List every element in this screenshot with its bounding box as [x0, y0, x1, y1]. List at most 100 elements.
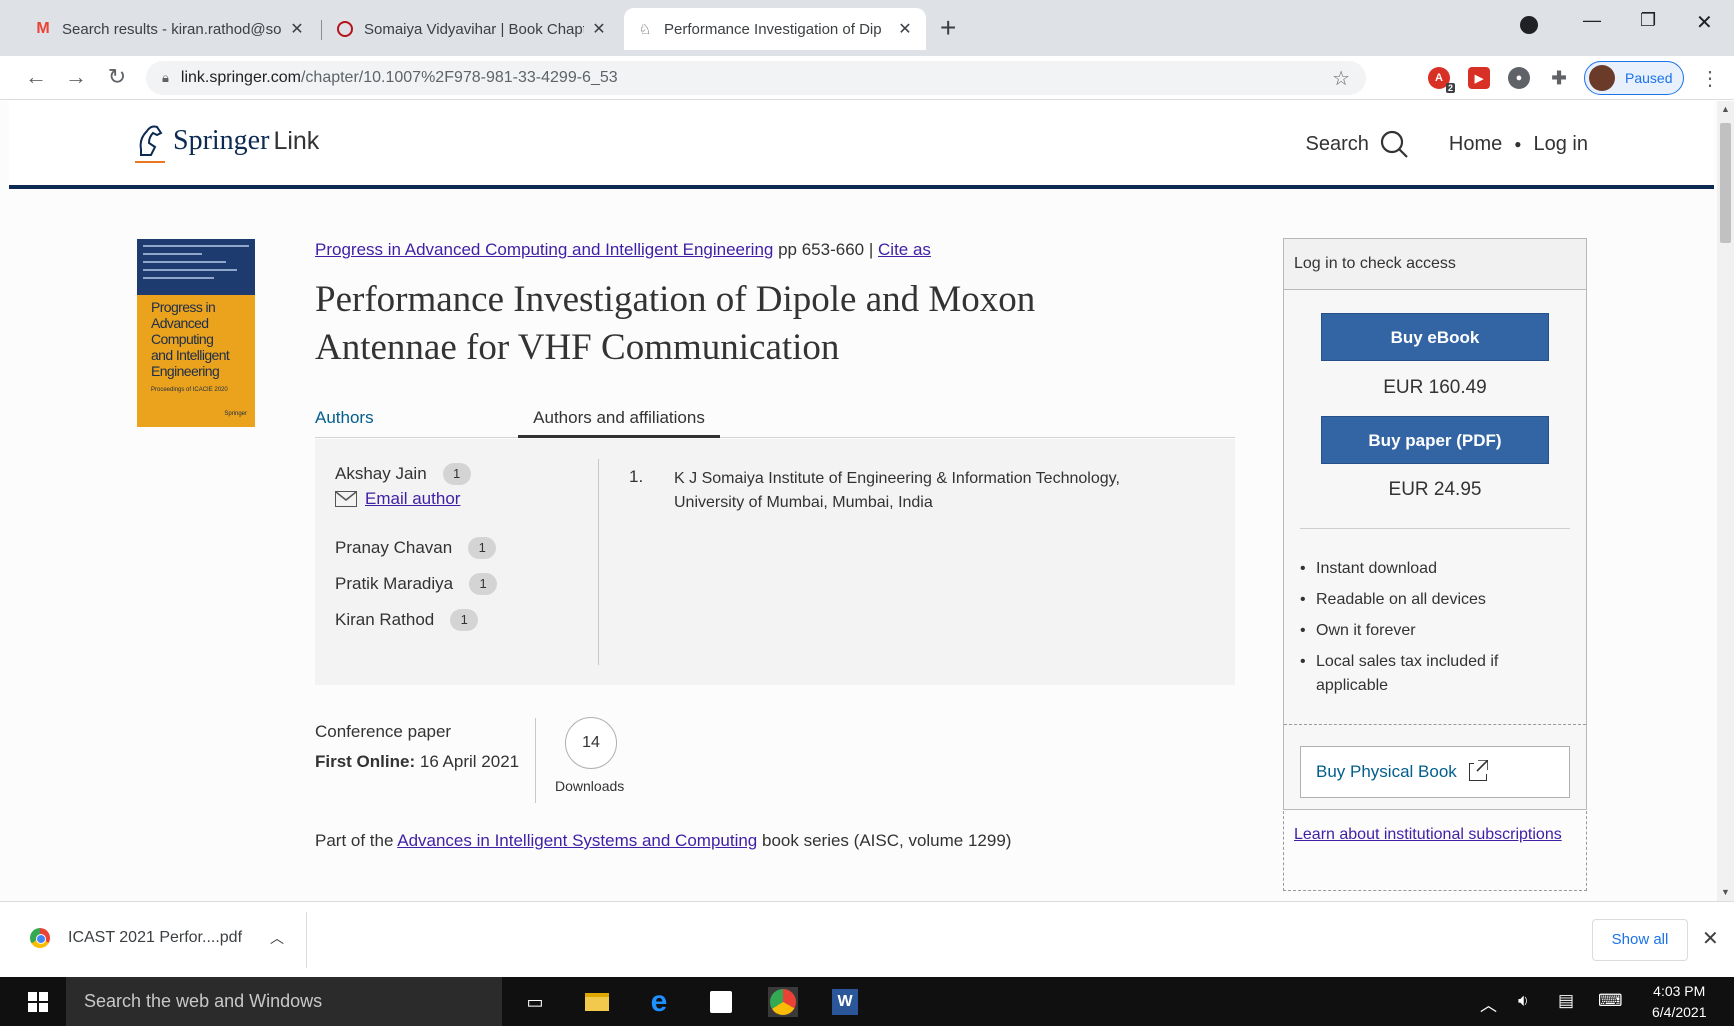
- affiliation-badge[interactable]: 1: [442, 463, 471, 485]
- buy-divider: [1300, 528, 1570, 529]
- close-download-bar-icon[interactable]: ✕: [1702, 926, 1719, 951]
- paper-price: EUR 24.95: [1388, 479, 1482, 500]
- affiliation-badge[interactable]: 1: [468, 537, 497, 559]
- browser-menu-icon[interactable]: ⋮: [1700, 66, 1720, 91]
- search-icon[interactable]: [1379, 129, 1409, 159]
- task-view-icon[interactable]: ▭: [520, 987, 550, 1017]
- browser-tab-springer[interactable]: ♘ Performance Investigation of Dip ✕: [624, 8, 926, 50]
- scroll-up-icon[interactable]: ▲: [1721, 104, 1730, 114]
- tab-authors[interactable]: Authors: [315, 408, 374, 428]
- tab-title: Performance Investigation of Dip: [664, 20, 882, 38]
- download-item[interactable]: ICAST 2021 Perfor....pdf ︿: [30, 928, 284, 948]
- book-link[interactable]: Progress in Advanced Computing and Intel…: [315, 240, 773, 259]
- feature-list: Instant download Readable on all devices…: [1298, 557, 1568, 705]
- taskbar-search[interactable]: Search the web and Windows: [66, 977, 502, 1026]
- tab-separator: [321, 20, 322, 40]
- browser-tab-gmail[interactable]: M Search results - kiran.rathod@so ✕: [22, 8, 318, 50]
- windows-taskbar: Search the web and Windows ▭ e W ︿ 🔉︎ ▤ …: [0, 977, 1734, 1026]
- search-link[interactable]: Search: [1306, 133, 1369, 156]
- author-item: Pranay Chavan 1: [335, 537, 497, 559]
- close-tab-icon[interactable]: ✕: [590, 19, 608, 39]
- puzzle-extensions-icon[interactable]: ✚: [1548, 67, 1570, 89]
- page-scrollbar[interactable]: ▲ ▼: [1717, 101, 1734, 901]
- email-author[interactable]: Email author: [335, 489, 460, 509]
- download-bar: ICAST 2021 Perfor....pdf ︿ Show all ✕: [0, 901, 1734, 977]
- record-extension-icon[interactable]: ●: [1508, 67, 1530, 89]
- feature-item: Instant download: [1298, 557, 1568, 581]
- ebook-price: EUR 160.49: [1383, 377, 1487, 398]
- back-icon[interactable]: ←: [22, 64, 50, 90]
- buy-paper-button[interactable]: Buy paper (PDF): [1321, 416, 1549, 464]
- keyboard-icon[interactable]: ⌨: [1598, 991, 1623, 1011]
- physical-book-label: Buy Physical Book: [1316, 762, 1457, 781]
- learn-subscriptions-link[interactable]: Learn about institutional subscriptions: [1294, 826, 1562, 843]
- header-nav: Search Home ● Log in: [1306, 129, 1588, 159]
- chapter-breadcrumb: Progress in Advanced Computing and Intel…: [315, 240, 931, 260]
- downloads-count: 14: [565, 717, 617, 769]
- lock-icon: 🔒︎: [162, 70, 169, 85]
- restore-icon[interactable]: ❐: [1640, 10, 1656, 31]
- volume-icon[interactable]: 🔉︎: [1518, 991, 1529, 1011]
- store-icon[interactable]: [706, 987, 736, 1017]
- edge-icon[interactable]: e: [644, 985, 674, 1018]
- affiliation-badge[interactable]: 1: [450, 609, 479, 631]
- new-tab-icon[interactable]: +: [940, 14, 956, 42]
- cover-publisher: Springer: [224, 411, 247, 417]
- show-all-button[interactable]: Show all: [1592, 919, 1688, 961]
- springer-link-logo[interactable]: Springer Link: [135, 121, 319, 161]
- brand-suffix: Link: [273, 126, 320, 155]
- browser-tab-somaiya[interactable]: Somaiya Vidyavihar | Book Chapt ✕: [324, 8, 620, 50]
- scroll-down-icon[interactable]: ▼: [1721, 887, 1730, 897]
- series-link[interactable]: Advances in Intelligent Systems and Comp…: [397, 831, 757, 850]
- download-filename: ICAST 2021 Perfor....pdf: [68, 929, 243, 946]
- notifications-icon[interactable]: ▤: [1558, 991, 1574, 1011]
- windows-start-icon[interactable]: [28, 992, 48, 1012]
- browser-toolbar: ← → ↻ 🔒︎ link.springer.com/chapter/10.10…: [0, 56, 1734, 100]
- browser-tabstrip: M Search results - kiran.rathod@so ✕ Som…: [0, 0, 1734, 56]
- tab-authors-and-affiliations[interactable]: Authors and affiliations: [518, 408, 720, 438]
- institution-name: K J Somaiya Institute of Engineering & I…: [674, 470, 1120, 511]
- video-extension-icon[interactable]: ▶: [1468, 67, 1490, 89]
- avatar: [1589, 65, 1615, 91]
- login-link[interactable]: Log in: [1534, 133, 1589, 156]
- affiliation-badge[interactable]: 1: [469, 573, 498, 595]
- chapter-meta: Conference paper First Online: 16 April …: [315, 717, 519, 777]
- book-cover[interactable]: Progress in Advanced Computing and Intel…: [137, 239, 255, 427]
- clock-time: 4:03 PM: [1653, 983, 1706, 999]
- chapter-title: Performance Investigation of Dipole and …: [315, 279, 1036, 368]
- word-icon[interactable]: W: [830, 987, 860, 1017]
- affiliation-divider: [598, 459, 599, 665]
- system-clock[interactable]: 4:03 PM 6/4/2021: [1652, 981, 1707, 1023]
- email-author-link[interactable]: Email author: [365, 489, 460, 509]
- home-link[interactable]: Home: [1449, 133, 1502, 156]
- close-tab-icon[interactable]: ✕: [288, 19, 306, 39]
- minimize-icon[interactable]: —: [1583, 10, 1601, 31]
- profile-paused-button[interactable]: Paused: [1584, 61, 1684, 95]
- buy-ebook-button[interactable]: Buy eBook: [1321, 313, 1549, 361]
- reload-icon[interactable]: ↻: [103, 64, 131, 90]
- bookmark-star-icon[interactable]: ☆: [1332, 66, 1350, 91]
- chrome-icon: [30, 928, 50, 948]
- cite-as-link[interactable]: Cite as: [878, 240, 931, 259]
- file-explorer-icon[interactable]: [582, 987, 612, 1017]
- tab-title: Somaiya Vidyavihar | Book Chapt: [364, 20, 584, 38]
- url-text: link.springer.com/chapter/10.1007%2F978-…: [180, 69, 618, 86]
- close-tab-icon[interactable]: ✕: [896, 19, 914, 39]
- chrome-taskbar-icon[interactable]: [768, 987, 798, 1017]
- profile-menu-icon[interactable]: [1520, 16, 1538, 39]
- cover-subtitle: Proceedings of ICACIE 2020: [151, 387, 228, 393]
- address-bar[interactable]: 🔒︎ link.springer.com/chapter/10.1007%2F9…: [146, 61, 1366, 95]
- chevron-up-icon[interactable]: ︿: [270, 928, 284, 948]
- first-online: First Online: 16 April 2021: [315, 752, 520, 771]
- tray-chevron-up-icon[interactable]: ︿: [1480, 991, 1497, 1016]
- paused-label: Paused: [1625, 70, 1673, 86]
- close-window-icon[interactable]: ✕: [1696, 10, 1713, 35]
- envelope-icon: [335, 491, 357, 507]
- scroll-thumb[interactable]: [1720, 123, 1731, 243]
- forward-icon[interactable]: →: [62, 64, 90, 90]
- site-header: Springer Link Search Home ● Log in: [9, 101, 1714, 189]
- gmail-icon: M: [36, 20, 50, 37]
- adblock-extension-icon[interactable]: A 2: [1428, 67, 1455, 93]
- buy-physical-book-button[interactable]: Buy Physical Book: [1300, 746, 1570, 798]
- institution-number: 1.: [629, 467, 644, 486]
